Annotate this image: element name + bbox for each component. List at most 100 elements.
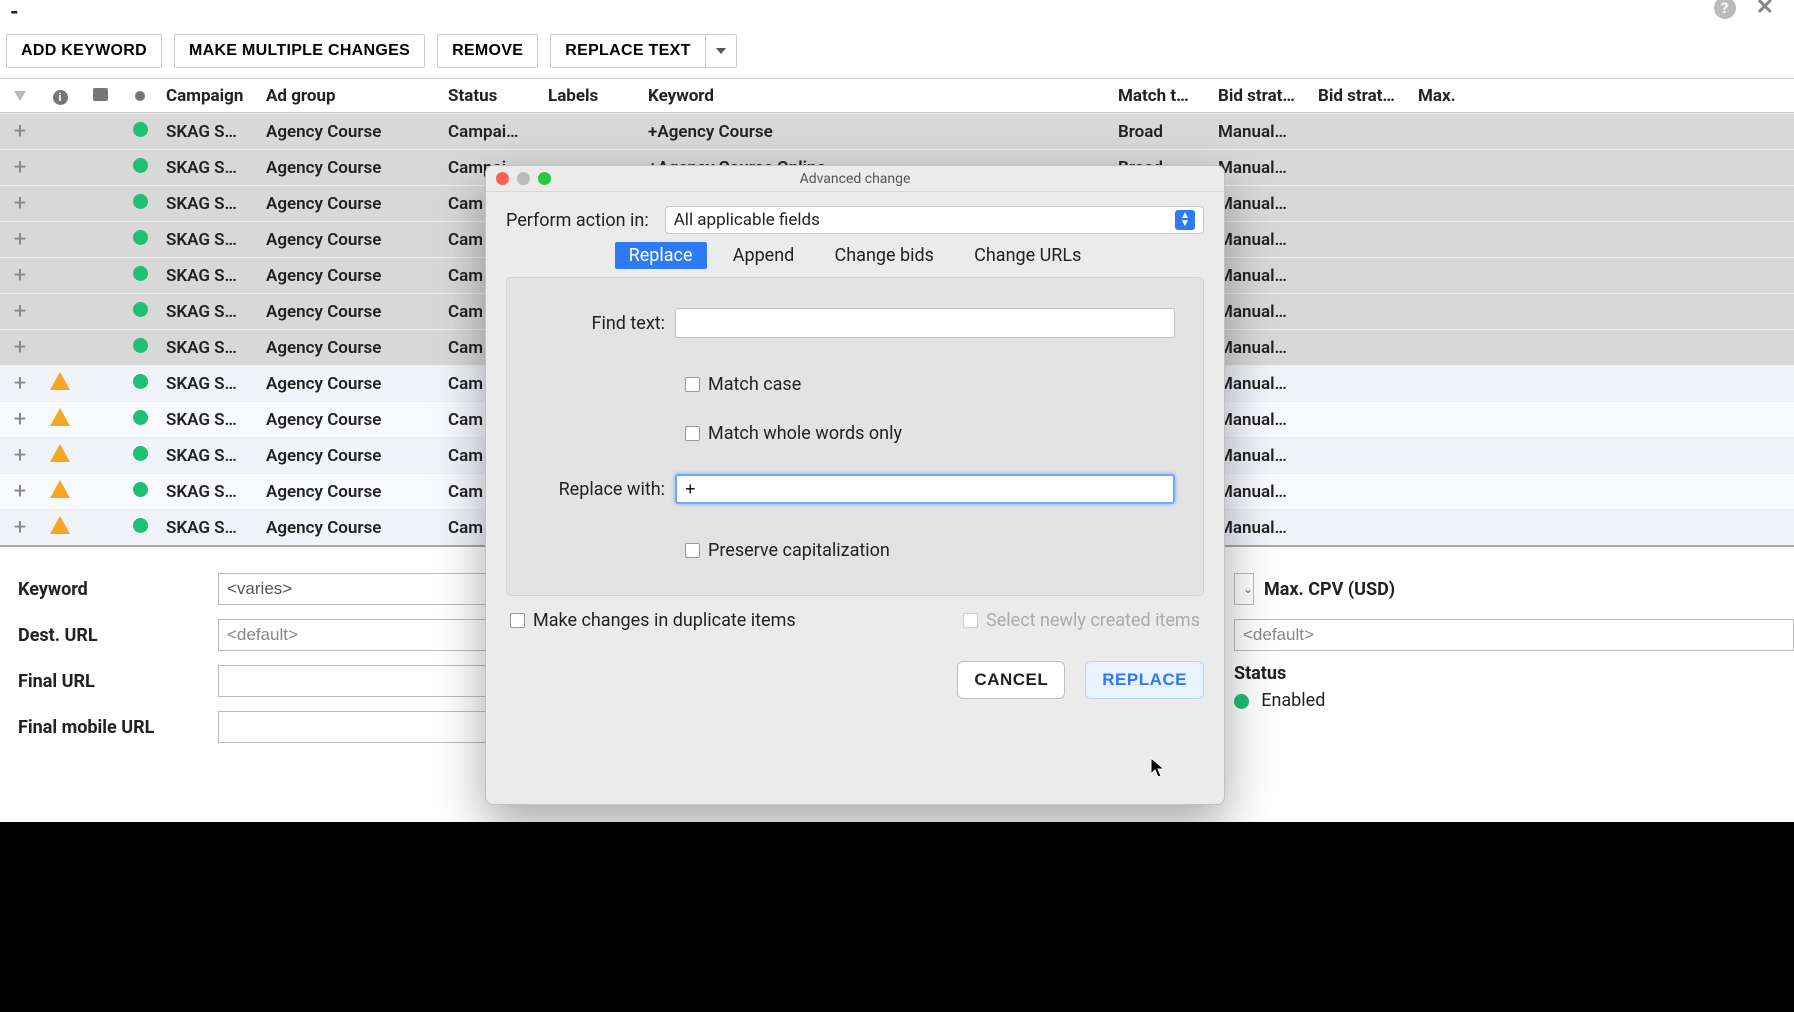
max-cpv-input[interactable] xyxy=(1234,619,1794,651)
add-row-icon[interactable]: + xyxy=(14,515,26,540)
cell-bid-strategy: Manual… xyxy=(1212,482,1312,502)
advanced-change-dialog: Advanced change Perform action in: All a… xyxy=(485,165,1225,805)
dest-url-label: Dest. URL xyxy=(18,625,218,646)
cell-action: + xyxy=(0,479,40,504)
add-row-icon[interactable]: + xyxy=(14,227,26,252)
status-value-wrap[interactable]: Enabled xyxy=(1234,690,1794,711)
tab-replace[interactable]: Replace xyxy=(615,242,707,269)
add-row-icon[interactable]: + xyxy=(14,479,26,504)
match-case-checkbox[interactable]: Match case xyxy=(685,374,801,395)
cell-ad-group: Agency Course xyxy=(260,122,442,142)
make-multiple-changes-button[interactable]: MAKE MULTIPLE CHANGES xyxy=(174,34,425,68)
cell-action: + xyxy=(0,443,40,468)
top-dash: - xyxy=(10,0,19,25)
replace-text-button[interactable]: REPLACE TEXT xyxy=(550,34,704,68)
add-row-icon[interactable]: + xyxy=(14,443,26,468)
top-bar: - ? ✕ xyxy=(0,0,1794,24)
bottom-black-region xyxy=(0,822,1794,1012)
window-minimize-icon[interactable] xyxy=(517,172,530,185)
tab-change-urls[interactable]: Change URLs xyxy=(960,242,1095,269)
traffic-lights xyxy=(496,172,551,185)
preserve-capitalization-label: Preserve capitalization xyxy=(708,540,890,561)
replace-with-input[interactable] xyxy=(675,474,1175,504)
col-max[interactable]: Max. xyxy=(1412,86,1472,106)
cell-bid-strategy: Manual… xyxy=(1212,446,1312,466)
dialog-titlebar[interactable]: Advanced change xyxy=(486,166,1224,192)
col-labels[interactable]: Labels xyxy=(542,86,642,106)
window-zoom-icon[interactable] xyxy=(538,172,551,185)
replace-text-dropdown[interactable] xyxy=(705,34,737,68)
add-row-icon[interactable]: + xyxy=(14,155,26,180)
cell-campaign: SKAG S… xyxy=(160,410,260,430)
status-enabled-icon xyxy=(133,122,148,137)
cell-campaign: SKAG S… xyxy=(160,122,260,142)
cell-campaign: SKAG S… xyxy=(160,374,260,394)
editor-select-wrap[interactable]: ⌄ xyxy=(1234,573,1254,605)
perform-action-select[interactable]: All applicable fields ▲▼ xyxy=(665,206,1204,234)
status-dot-icon xyxy=(135,91,145,101)
status-enabled-icon xyxy=(133,230,148,245)
duplicate-items-checkbox[interactable]: Make changes in duplicate items xyxy=(510,610,796,631)
close-icon[interactable]: ✕ xyxy=(1756,0,1774,20)
add-row-icon[interactable]: + xyxy=(14,263,26,288)
cell-ad-group: Agency Course xyxy=(260,518,442,538)
cell-bid-strategy: Manual… xyxy=(1212,122,1312,142)
remove-button[interactable]: REMOVE xyxy=(437,34,538,68)
status-enabled-icon xyxy=(133,446,148,461)
col-ad-group[interactable]: Ad group xyxy=(260,86,442,106)
cell-action: + xyxy=(0,299,40,324)
status-enabled-icon xyxy=(133,194,148,209)
checkbox-icon xyxy=(685,543,700,558)
replace-button[interactable]: REPLACE xyxy=(1085,661,1204,699)
mouse-cursor-icon xyxy=(1151,758,1165,778)
chevron-updown-icon: ⌄ xyxy=(1243,582,1253,596)
col-warning[interactable]: i xyxy=(40,86,80,106)
cell-campaign: SKAG S… xyxy=(160,338,260,358)
window-close-icon[interactable] xyxy=(496,172,509,185)
enabled-status-icon xyxy=(1234,694,1249,709)
add-row-icon[interactable]: + xyxy=(14,191,26,216)
cell-status-dot xyxy=(120,230,160,250)
col-bid-strategy-1[interactable]: Bid strat… xyxy=(1212,86,1312,106)
cell-action: + xyxy=(0,335,40,360)
tab-append[interactable]: Append xyxy=(719,242,809,269)
add-row-icon[interactable]: + xyxy=(14,335,26,360)
add-row-icon[interactable]: + xyxy=(14,371,26,396)
perform-action-label: Perform action in: xyxy=(506,210,649,231)
cell-status-dot xyxy=(120,374,160,394)
tab-change-bids[interactable]: Change bids xyxy=(821,242,948,269)
col-match-type[interactable]: Match t… xyxy=(1112,86,1212,106)
add-row-icon[interactable]: + xyxy=(14,407,26,432)
status-label: Status xyxy=(1234,663,1794,684)
find-text-input[interactable] xyxy=(675,308,1175,338)
status-enabled-icon xyxy=(133,158,148,173)
status-enabled-icon xyxy=(133,374,148,389)
col-status-dot[interactable] xyxy=(120,86,160,106)
add-row-icon[interactable]: + xyxy=(14,299,26,324)
cell-status-dot xyxy=(120,446,160,466)
select-newly-created-checkbox[interactable]: Select newly created items xyxy=(963,610,1200,631)
add-row-icon[interactable]: + xyxy=(14,119,26,144)
status-enabled-icon xyxy=(133,482,148,497)
cell-warning xyxy=(40,408,80,431)
table-row[interactable]: +SKAG S…Agency CourseCampai…+Agency Cour… xyxy=(0,113,1794,149)
col-campaign[interactable]: Campaign xyxy=(160,86,260,106)
cell-bid-strategy: Manual… xyxy=(1212,374,1312,394)
cell-action: + xyxy=(0,371,40,396)
col-bid-strategy-2[interactable]: Bid strat… xyxy=(1312,86,1412,106)
cancel-button[interactable]: CANCEL xyxy=(957,661,1065,699)
col-action[interactable] xyxy=(0,86,40,106)
status-enabled-icon xyxy=(133,338,148,353)
add-keyword-button[interactable]: ADD KEYWORD xyxy=(6,34,162,68)
help-icon[interactable]: ? xyxy=(1714,0,1736,19)
cell-ad-group: Agency Course xyxy=(260,230,442,250)
warning-icon xyxy=(50,408,70,426)
preserve-capitalization-checkbox[interactable]: Preserve capitalization xyxy=(685,540,890,561)
match-whole-checkbox[interactable]: Match whole words only xyxy=(685,423,902,444)
perform-action-value: All applicable fields xyxy=(674,210,820,230)
col-status[interactable]: Status xyxy=(442,86,542,106)
col-keyword[interactable]: Keyword xyxy=(642,86,1112,106)
cell-campaign: SKAG S… xyxy=(160,518,260,538)
cell-ad-group: Agency Course xyxy=(260,410,442,430)
col-comment[interactable] xyxy=(80,86,120,106)
